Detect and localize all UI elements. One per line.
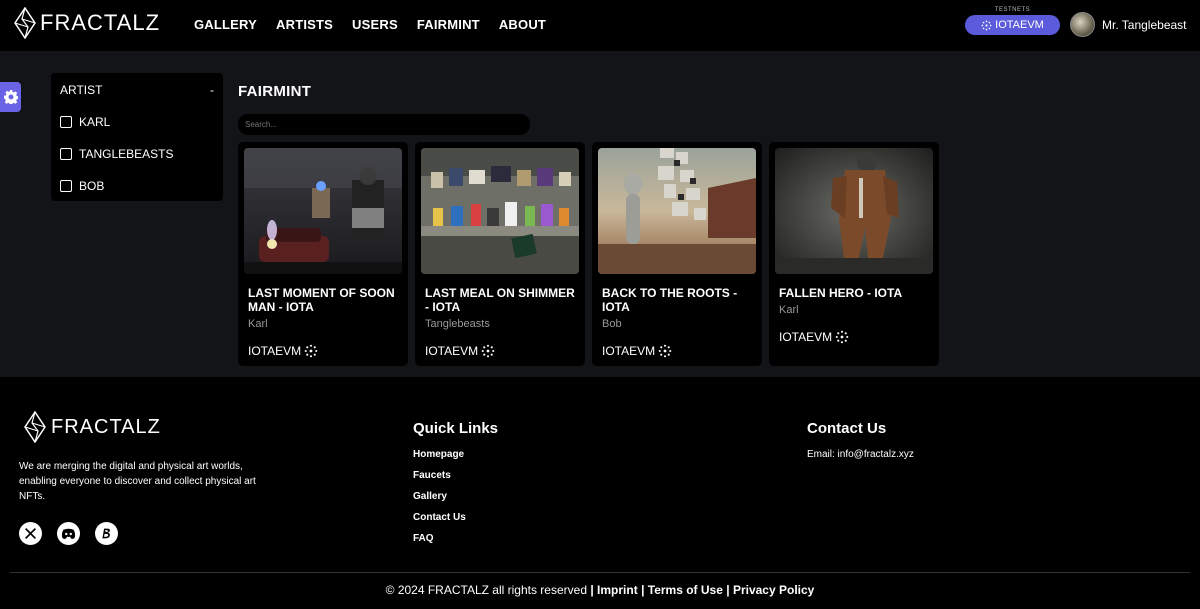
checkbox[interactable]: [60, 116, 72, 128]
x-twitter-link[interactable]: [19, 522, 42, 545]
filter-header[interactable]: ARTIST -: [60, 83, 214, 97]
user-name: Mr. Tanglebeast: [1102, 17, 1187, 32]
nft-network: IOTAEVM: [244, 344, 402, 358]
nav-gallery[interactable]: GALLERY: [194, 17, 257, 32]
quick-links-title: Quick Links: [413, 420, 499, 437]
nft-artwork-image[interactable]: [421, 148, 579, 274]
nav-about[interactable]: ABOUT: [499, 17, 546, 32]
nft-artist[interactable]: Bob: [598, 318, 756, 330]
terms-of-use-link[interactable]: Terms of Use: [648, 583, 723, 597]
blur-link[interactable]: [95, 522, 118, 545]
quick-links-list: Homepage Faucets Gallery Contact Us FAQ: [413, 449, 466, 554]
nft-network-label: IOTAEVM: [602, 344, 656, 358]
fractalz-logo-icon: [24, 411, 46, 443]
iota-icon: [481, 344, 495, 358]
collapse-toggle[interactable]: -: [210, 83, 214, 97]
iota-icon: [835, 330, 849, 344]
nft-title[interactable]: LAST MOMENT OF SOON MAN - IOTA: [244, 286, 402, 314]
nft-artwork-image[interactable]: [598, 148, 756, 274]
nft-title[interactable]: LAST MEAL ON SHIMMER - IOTA: [421, 286, 579, 314]
checkbox[interactable]: [60, 180, 72, 192]
contact-title: Contact Us: [807, 420, 887, 437]
brand-name: FRACTALZ: [40, 10, 161, 35]
network-button[interactable]: IOTAEVM: [965, 15, 1060, 35]
avatar[interactable]: [1070, 12, 1095, 37]
nft-artist[interactable]: Tanglebeasts: [421, 318, 579, 330]
contact-email[interactable]: Email: info@fractalz.xyz: [807, 449, 914, 460]
social-links: [19, 522, 118, 545]
footer-link-faucets[interactable]: Faucets: [413, 470, 466, 491]
footer-brand-name: FRACTALZ: [51, 415, 161, 438]
nft-artwork-image[interactable]: [775, 148, 933, 274]
nft-title[interactable]: BACK TO THE ROOTS - IOTA: [598, 286, 756, 314]
privacy-policy-link[interactable]: Privacy Policy: [733, 583, 814, 597]
imprint-link[interactable]: Imprint: [597, 583, 638, 597]
site-footer: FRACTALZ We are merging the digital and …: [0, 377, 1200, 609]
nft-card[interactable]: LAST MOMENT OF SOON MAN - IOTA Karl IOTA…: [238, 142, 408, 366]
footer-link-homepage[interactable]: Homepage: [413, 449, 466, 470]
nft-network: IOTAEVM: [598, 344, 756, 358]
main-nav: GALLERY ARTISTS USERS FAIRMINT ABOUT: [194, 17, 546, 32]
brand-logo[interactable]: FRACTALZ: [14, 7, 160, 39]
filter-heading: ARTIST: [60, 83, 103, 97]
search-input[interactable]: [238, 114, 530, 135]
footer-link-gallery[interactable]: Gallery: [413, 491, 466, 512]
discord-icon: [61, 528, 76, 539]
network-value: IOTAEVM: [995, 19, 1044, 31]
footer-link-contact[interactable]: Contact Us: [413, 512, 466, 533]
nft-card[interactable]: FALLEN HERO - IOTA Karl IOTAEVM: [769, 142, 939, 366]
nft-artist[interactable]: Karl: [775, 304, 933, 316]
nft-artwork-image[interactable]: [244, 148, 402, 274]
nft-artist[interactable]: Karl: [244, 318, 402, 330]
nft-card[interactable]: LAST MEAL ON SHIMMER - IOTA Tanglebeasts…: [415, 142, 585, 366]
top-header: FRACTALZ GALLERY ARTISTS USERS FAIRMINT …: [0, 0, 1200, 51]
nft-network-label: IOTAEVM: [425, 344, 479, 358]
iota-icon: [658, 344, 672, 358]
discord-link[interactable]: [57, 522, 80, 545]
nav-users[interactable]: USERS: [352, 17, 398, 32]
fractalz-logo-icon: [14, 7, 36, 39]
nft-network-label: IOTAEVM: [248, 344, 302, 358]
iota-icon: [304, 344, 318, 358]
b-brand-icon: [102, 528, 110, 539]
nft-network-label: IOTAEVM: [779, 330, 833, 344]
network-label: TESTNETS: [994, 7, 1031, 13]
user-menu[interactable]: Mr. Tanglebeast: [1070, 12, 1187, 37]
nav-fairmint[interactable]: FAIRMINT: [417, 17, 480, 32]
gear-icon: [3, 90, 18, 104]
settings-tab[interactable]: [0, 82, 21, 112]
filter-option-karl[interactable]: KARL: [60, 115, 214, 129]
nft-network: IOTAEVM: [775, 330, 933, 344]
filter-option-tanglebeasts[interactable]: TANGLEBEASTS: [60, 147, 214, 161]
footer-description: We are merging the digital and physical …: [19, 461, 256, 502]
nav-artists[interactable]: ARTISTS: [276, 17, 333, 32]
iota-icon: [981, 20, 992, 30]
filter-option-label: TANGLEBEASTS: [79, 147, 174, 161]
footer-bottom-bar: © 2024 FRACTALZ all rights reserved | Im…: [385, 583, 815, 597]
footer-link-faq[interactable]: FAQ: [413, 533, 466, 554]
copyright-text: © 2024 FRACTALZ all rights reserved: [385, 583, 587, 597]
nft-card[interactable]: BACK TO THE ROOTS - IOTA Bob IOTAEVM: [592, 142, 762, 366]
filter-option-label: KARL: [79, 115, 111, 129]
filter-option-bob[interactable]: BOB: [60, 179, 214, 193]
nft-title[interactable]: FALLEN HERO - IOTA: [775, 286, 933, 300]
footer-logo[interactable]: FRACTALZ: [24, 411, 161, 443]
x-icon: [25, 528, 36, 539]
checkbox[interactable]: [60, 148, 72, 160]
nft-card-grid: LAST MOMENT OF SOON MAN - IOTA Karl IOTA…: [238, 142, 939, 366]
artist-filter-panel: ARTIST - KARL TANGLEBEASTS BOB: [51, 73, 223, 201]
page-title: FAIRMINT: [238, 83, 312, 100]
network-selector: TESTNETS IOTAEVM: [965, 6, 1060, 35]
filter-option-label: BOB: [79, 179, 105, 193]
footer-divider: [10, 572, 1190, 573]
nft-network: IOTAEVM: [421, 344, 579, 358]
